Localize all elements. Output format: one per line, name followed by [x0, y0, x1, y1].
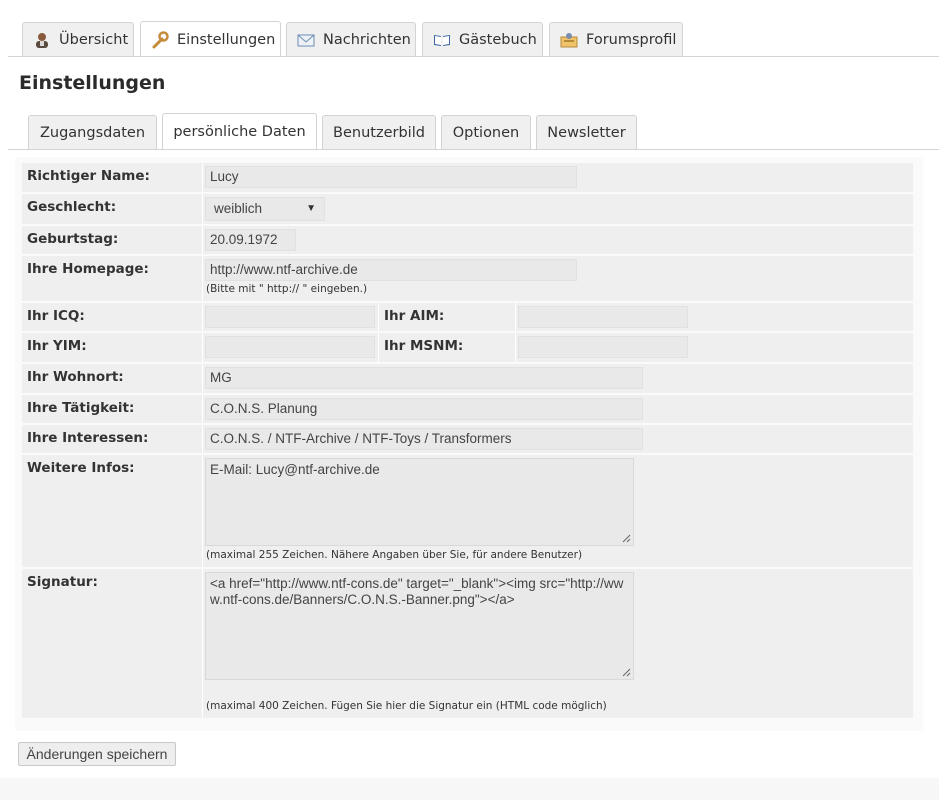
column-divider [202, 364, 203, 393]
page-footer-area [0, 778, 939, 800]
subtab-optionen[interactable]: Optionen [441, 115, 531, 149]
column-divider [378, 303, 379, 331]
form-row-signature: Signatur: <a href="http://www.ntf-cons.d… [22, 569, 913, 718]
subtab-label: Optionen [452, 124, 520, 141]
subtab-zugangsdaten[interactable]: Zugangsdaten [28, 115, 157, 149]
subtab-label: Zugangsdaten [39, 124, 146, 141]
yim-label: Ihr YIM: [27, 338, 87, 354]
interests-label: Ihre Interessen: [27, 430, 149, 446]
column-divider [202, 303, 203, 331]
more-info-label: Weitere Infos: [27, 460, 135, 476]
column-divider [515, 303, 516, 331]
gender-label: Geschlecht: [27, 199, 117, 215]
gender-select[interactable]: weiblich ▼ [205, 197, 325, 221]
column-divider [202, 333, 203, 362]
form-row-real-name: Richtiger Name: Lucy [22, 163, 913, 192]
birthday-input[interactable]: 20.09.1972 [205, 229, 296, 251]
book-icon [433, 31, 451, 49]
signature-label: Signatur: [27, 574, 98, 590]
icq-input[interactable] [205, 306, 375, 328]
user-icon [33, 31, 51, 49]
column-divider [378, 333, 379, 362]
column-divider [202, 425, 203, 453]
tab-nachrichten[interactable]: Nachrichten [286, 22, 416, 56]
form-row-yim-msnm: Ihr YIM: Ihr MSNM: [22, 333, 913, 362]
tab-label: Übersicht [59, 31, 129, 48]
msnm-label: Ihr MSNM: [384, 338, 464, 354]
save-changes-button[interactable]: Änderungen speichern [18, 742, 176, 766]
subtab-newsletter[interactable]: Newsletter [536, 115, 637, 149]
signature-text: <a href="http://www.ntf-cons.de" target=… [210, 576, 624, 607]
form-row-more-info: Weitere Infos: E-Mail: Lucy@ntf-archive.… [22, 455, 913, 567]
yim-input[interactable] [205, 336, 375, 358]
form-row-residence: Ihr Wohnort: MG [22, 364, 913, 393]
form-row-gender: Geschlecht: weiblich ▼ [22, 194, 913, 224]
page-title: Einstellungen [19, 72, 166, 94]
real-name-input[interactable]: Lucy [205, 166, 577, 188]
column-divider [202, 395, 203, 423]
column-divider [202, 226, 203, 254]
subtab-persoenliche-daten[interactable]: persönliche Daten [162, 113, 317, 150]
aim-label: Ihr AIM: [384, 308, 445, 324]
form-row-icq-aim: Ihr ICQ: Ihr AIM: [22, 303, 913, 331]
residence-label: Ihr Wohnort: [27, 369, 124, 385]
real-name-label: Richtiger Name: [27, 168, 150, 184]
resize-grip-icon[interactable] [622, 534, 631, 543]
column-divider [202, 163, 203, 192]
signature-hint: (maximal 400 Zeichen. Fügen Sie hier die… [206, 700, 607, 712]
tab-label: Nachrichten [323, 31, 411, 48]
tab-label: Forumsprofil [586, 31, 677, 48]
tab-label: Einstellungen [177, 31, 276, 48]
form-row-homepage: Ihre Homepage: http://www.ntf-archive.de… [22, 256, 913, 301]
gender-select-value: weiblich [214, 201, 263, 216]
more-info-textarea[interactable]: E-Mail: Lucy@ntf-archive.de [205, 458, 634, 546]
subtab-label: persönliche Daten [173, 124, 306, 140]
aim-input[interactable] [518, 306, 688, 328]
column-divider [202, 194, 203, 224]
more-info-hint: (maximal 255 Zeichen. Nähere Angaben übe… [206, 549, 583, 561]
homepage-input[interactable]: http://www.ntf-archive.de [205, 259, 577, 281]
tab-einstellungen[interactable]: Einstellungen [140, 21, 281, 57]
column-divider [515, 333, 516, 362]
homepage-label: Ihre Homepage: [27, 261, 149, 277]
form-row-occupation: Ihre Tätigkeit: C.O.N.S. Planung [22, 395, 913, 423]
column-divider [202, 569, 203, 718]
tab-gaestebuch[interactable]: Gästebuch [422, 22, 543, 56]
column-divider [202, 455, 203, 567]
form-row-interests: Ihre Interessen: C.O.N.S. / NTF-Archive … [22, 425, 913, 453]
homepage-hint: (Bitte mit " http:// " eingeben.) [206, 283, 368, 295]
form-row-birthday: Geburtstag: 20.09.1972 [22, 226, 913, 254]
profile-card-icon [560, 31, 578, 49]
interests-input[interactable]: C.O.N.S. / NTF-Archive / NTF-Toys / Tran… [205, 428, 643, 450]
wrench-icon [151, 30, 169, 49]
residence-input[interactable]: MG [205, 367, 643, 389]
dropdown-arrow-icon: ▼ [306, 203, 316, 214]
subtab-label: Newsletter [547, 124, 626, 141]
tab-bar-divider [8, 56, 939, 57]
subtab-divider [8, 149, 939, 150]
more-info-text: E-Mail: Lucy@ntf-archive.de [210, 462, 380, 477]
msnm-input[interactable] [518, 336, 688, 358]
icq-label: Ihr ICQ: [27, 308, 85, 324]
column-divider [202, 256, 203, 301]
tab-label: Gästebuch [459, 31, 537, 48]
envelope-icon [297, 31, 315, 49]
occupation-label: Ihre Tätigkeit: [27, 400, 135, 416]
tab-forumsprofil[interactable]: Forumsprofil [549, 22, 683, 56]
main-tab-bar: Übersicht Einstellungen Nachrichten Gäst… [0, 0, 939, 57]
resize-grip-icon[interactable] [622, 668, 631, 677]
tab-uebersicht[interactable]: Übersicht [22, 22, 134, 56]
signature-textarea[interactable]: <a href="http://www.ntf-cons.de" target=… [205, 572, 634, 680]
occupation-input[interactable]: C.O.N.S. Planung [205, 398, 643, 420]
subtab-label: Benutzerbild [333, 124, 425, 141]
subtab-benutzerbild[interactable]: Benutzerbild [322, 115, 436, 149]
birthday-label: Geburtstag: [27, 231, 119, 247]
